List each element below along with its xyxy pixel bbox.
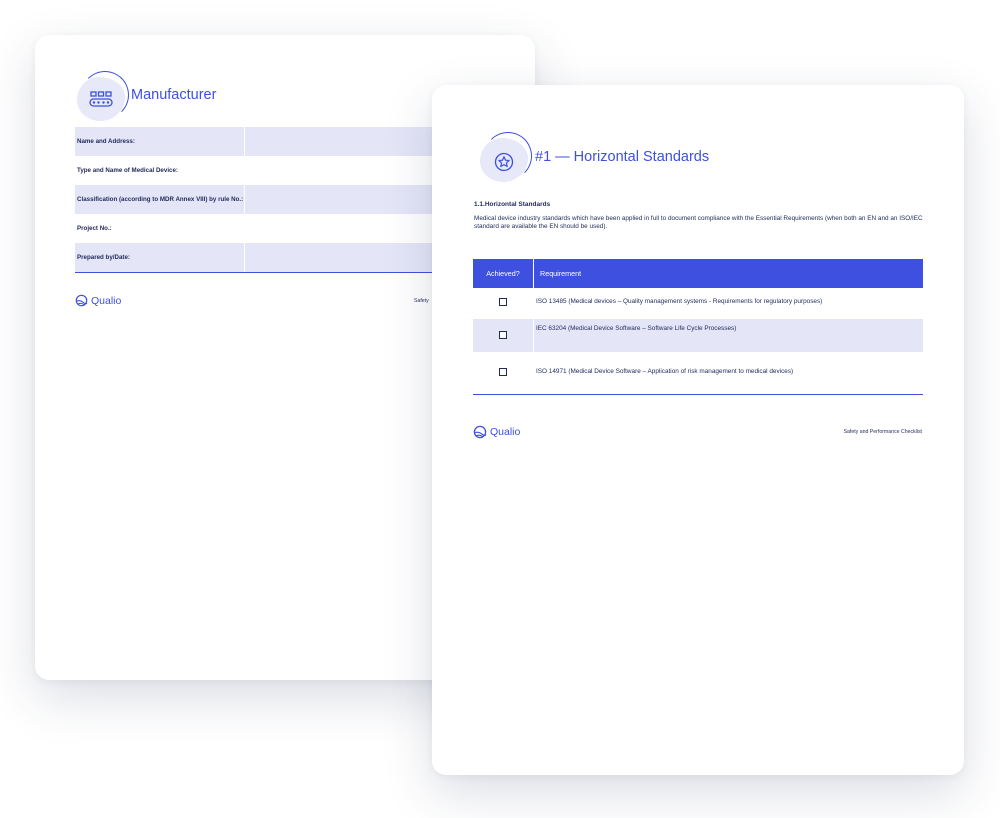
achieved-checkbox[interactable] bbox=[499, 298, 507, 306]
row-label: Classification (according to MDR Annex V… bbox=[75, 185, 245, 214]
table-row: ISO 14971 (Medical Device Software – App… bbox=[473, 352, 923, 394]
requirement-cell: ISO 13485 (Medical devices – Quality man… bbox=[536, 298, 823, 305]
header-achieved: Achieved? bbox=[473, 259, 534, 288]
requirements-table: Achieved? Requirement ISO 13485 (Medical… bbox=[473, 259, 923, 395]
row-label: Name and Address: bbox=[75, 127, 245, 156]
row-label: Prepared by/Date: bbox=[75, 243, 245, 272]
horizontal-standards-page: #1 — Horizontal Standards 1.1.Horizontal… bbox=[432, 85, 964, 775]
header-requirement: Requirement bbox=[540, 269, 582, 278]
table-divider bbox=[473, 394, 923, 395]
sub-heading: 1.1.Horizontal Standards bbox=[474, 201, 551, 208]
horizontal-standards-title: #1 — Horizontal Standards bbox=[535, 149, 710, 165]
row-label: Type and Name of Medical Device: bbox=[75, 156, 245, 185]
qualio-logo: Qualio bbox=[75, 294, 121, 307]
footer-note: Safety and Performance Checklist bbox=[843, 429, 922, 435]
achieved-cell bbox=[473, 288, 534, 319]
footer-note: Safety bbox=[414, 298, 429, 304]
manufacturer-title: Manufacturer bbox=[131, 87, 217, 103]
star-badge-icon bbox=[480, 132, 532, 186]
qualio-logo: Qualio bbox=[473, 425, 520, 439]
achieved-cell bbox=[473, 319, 534, 352]
requirement-cell: ISO 14971 (Medical Device Software – App… bbox=[536, 368, 794, 375]
logo-text: Qualio bbox=[490, 426, 521, 438]
logo-text: Qualio bbox=[91, 294, 122, 307]
row-label: Project No.: bbox=[75, 214, 245, 243]
qualio-logo-icon bbox=[75, 294, 88, 307]
achieved-checkbox[interactable] bbox=[499, 331, 507, 339]
achieved-checkbox[interactable] bbox=[499, 368, 507, 376]
table-row: ISO 13485 (Medical devices – Quality man… bbox=[473, 288, 923, 319]
conveyor-icon bbox=[77, 71, 129, 125]
achieved-cell bbox=[473, 352, 534, 394]
table-row: IEC 63204 (Medical Device Software – Sof… bbox=[473, 319, 923, 352]
requirement-cell: IEC 63204 (Medical Device Software – Sof… bbox=[536, 325, 737, 332]
qualio-logo-icon bbox=[473, 425, 487, 439]
table-header: Achieved? Requirement bbox=[473, 259, 923, 288]
description: Medical device industry standards which … bbox=[474, 215, 923, 230]
